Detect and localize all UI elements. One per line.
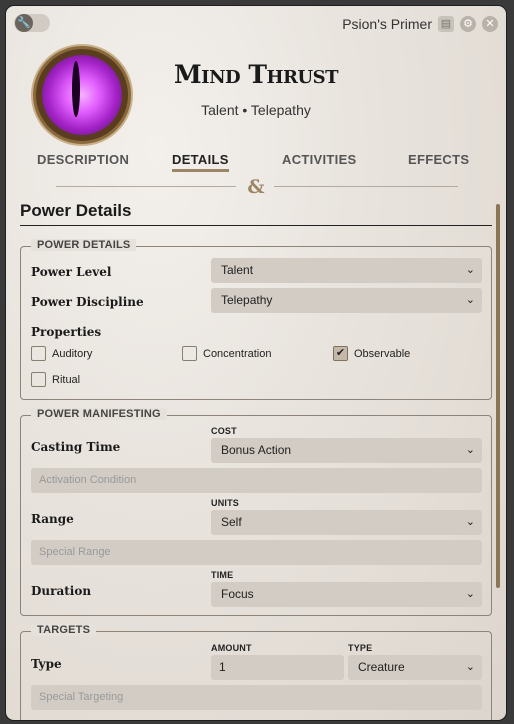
item-subtitle: Talent • Telepathy — [201, 102, 311, 118]
amount-input[interactable]: 1 — [211, 655, 344, 680]
type-label: Type — [31, 657, 62, 671]
auditory-label: Auditory — [52, 347, 93, 360]
time-label: TIME — [211, 570, 234, 580]
casting-time-label: Casting Time — [31, 440, 121, 454]
targets-legend: TARGETS — [31, 624, 97, 636]
power-discipline-select[interactable]: Telepathy ⌄ — [211, 288, 482, 313]
pupil-shape — [72, 61, 80, 117]
cost-label: COST — [211, 426, 237, 436]
time-select[interactable]: Focus ⌄ — [211, 582, 482, 607]
tab-activities[interactable]: ACTIVITIES — [282, 152, 357, 167]
divider-right — [274, 186, 458, 187]
power-discipline-value: Telepathy — [221, 293, 273, 307]
window-header: Psion's Primer ▤ ⚙ ✕ — [342, 14, 498, 34]
power-discipline-label: Power Discipline — [31, 295, 144, 309]
property-ritual[interactable]: Ritual — [31, 372, 80, 387]
activation-condition-input[interactable]: Activation Condition — [31, 468, 482, 493]
power-manifesting-legend: POWER MANIFESTING — [31, 408, 167, 420]
observable-label: Observable — [354, 347, 411, 360]
wrench-icon: 🔧 — [15, 14, 33, 32]
observable-checkbox[interactable]: ✔ — [333, 346, 348, 361]
special-range-input[interactable]: Special Range — [31, 540, 482, 565]
section-title: Power Details — [20, 201, 132, 220]
chevron-down-icon: ⌄ — [465, 588, 475, 600]
ritual-checkbox[interactable] — [31, 372, 46, 387]
cost-select[interactable]: Bonus Action ⌄ — [211, 438, 482, 463]
item-title[interactable]: Mind Thrust — [146, 60, 366, 89]
power-details-group: POWER DETAILS Power Level Talent ⌄ Power… — [20, 239, 492, 400]
gear-icon[interactable]: ⚙ — [460, 16, 476, 32]
power-details-legend: POWER DETAILS — [31, 239, 137, 251]
cost-value: Bonus Action — [221, 443, 292, 457]
concentration-checkbox[interactable] — [182, 346, 197, 361]
ampersand-icon: & — [247, 176, 265, 198]
targets-group: TARGETS AMOUNT TYPE Type 1 Creature ⌄ Sp… — [20, 624, 492, 720]
power-manifesting-group: POWER MANIFESTING COST Casting Time Bonu… — [20, 408, 492, 616]
eye-image — [42, 55, 122, 135]
divider-left — [56, 186, 236, 187]
power-level-value: Talent — [221, 263, 254, 277]
chevron-down-icon: ⌄ — [465, 661, 475, 673]
duration-label: Duration — [31, 584, 92, 598]
property-concentration[interactable]: Concentration — [182, 346, 272, 361]
tab-description[interactable]: DESCRIPTION — [37, 152, 129, 167]
units-label: UNITS — [211, 498, 239, 508]
type-header-label: TYPE — [348, 643, 373, 653]
journal-icon[interactable]: ▤ — [438, 16, 454, 32]
scrollbar[interactable] — [496, 204, 500, 588]
range-label: Range — [31, 512, 74, 526]
chevron-down-icon: ⌄ — [465, 294, 475, 306]
power-level-label: Power Level — [31, 265, 112, 279]
units-value: Self — [221, 515, 242, 529]
tab-effects[interactable]: EFFECTS — [408, 152, 469, 167]
special-targeting-input[interactable]: Special Targeting — [31, 685, 482, 710]
target-type-select[interactable]: Creature ⌄ — [348, 655, 482, 680]
tab-details[interactable]: DETAILS — [172, 152, 229, 172]
property-observable[interactable]: ✔ Observable — [333, 346, 410, 361]
chevron-down-icon: ⌄ — [465, 264, 475, 276]
power-level-select[interactable]: Talent ⌄ — [211, 258, 482, 283]
chevron-down-icon: ⌄ — [465, 516, 475, 528]
item-portrait[interactable] — [33, 46, 131, 144]
amount-label: AMOUNT — [211, 643, 252, 653]
properties-label: Properties — [31, 325, 102, 339]
property-auditory[interactable]: Auditory — [31, 346, 92, 361]
units-select[interactable]: Self ⌄ — [211, 510, 482, 535]
item-sheet-window: 🔧 Psion's Primer ▤ ⚙ ✕ Mind Thrust Talen… — [6, 6, 506, 720]
concentration-label: Concentration — [203, 347, 272, 360]
target-type-value: Creature — [358, 660, 405, 674]
header-title: Psion's Primer — [342, 16, 432, 32]
time-value: Focus — [221, 587, 254, 601]
chevron-down-icon: ⌄ — [465, 444, 475, 456]
mode-toggle[interactable]: 🔧 — [14, 14, 50, 32]
section-rule — [20, 225, 492, 226]
tab-bar: DESCRIPTION DETAILS ACTIVITIES EFFECTS — [6, 152, 506, 176]
auditory-checkbox[interactable] — [31, 346, 46, 361]
close-icon[interactable]: ✕ — [482, 16, 498, 32]
ritual-label: Ritual — [52, 373, 81, 386]
